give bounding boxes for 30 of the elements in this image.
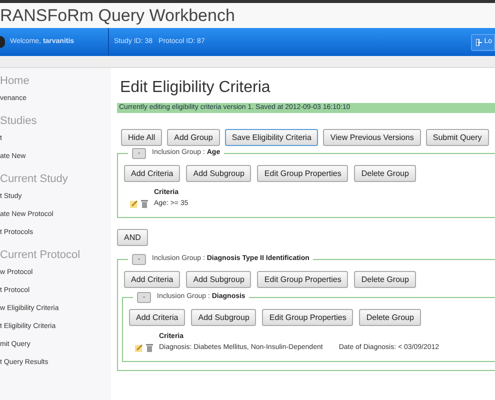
- toolbar-button[interactable]: Add Group: [167, 129, 220, 146]
- group-action-button[interactable]: Add Criteria: [124, 165, 180, 182]
- toolbar-button[interactable]: Hide All: [121, 129, 162, 146]
- group-action-button[interactable]: Edit Group Properties: [257, 165, 348, 182]
- toolbar-button[interactable]: Save Eligibility Criteria: [224, 129, 318, 146]
- avatar-icon: [0, 36, 5, 48]
- group-action-button[interactable]: Add Criteria: [129, 309, 186, 326]
- group-action-button[interactable]: Edit Group Properties: [257, 271, 348, 288]
- group-action-button[interactable]: Add Criteria: [124, 271, 180, 288]
- sidebar-heading: Current Study: [0, 172, 69, 187]
- group-action-button[interactable]: Add Subgroup: [186, 165, 252, 182]
- edit-icon[interactable]: [130, 200, 138, 208]
- sidebar-heading: Studies: [0, 114, 38, 129]
- toolbar-button[interactable]: View Previous Versions: [323, 129, 421, 146]
- sidebar-heading: Home: [0, 74, 30, 89]
- sidebar-heading: Current Protocol: [0, 248, 82, 263]
- group-action-button[interactable]: Delete Group: [354, 271, 416, 288]
- group-action-button[interactable]: Add Subgroup: [191, 309, 256, 326]
- group-action-button[interactable]: Edit Group Properties: [262, 309, 354, 326]
- edit-icon[interactable]: [135, 344, 143, 352]
- app-title: RANSFoRm Query Workbench: [0, 7, 235, 24]
- page-title: Edit Eligibility Criteria: [120, 78, 272, 98]
- group-action-button[interactable]: Add Subgroup: [186, 271, 252, 288]
- logout-icon: [476, 38, 482, 46]
- trash-icon[interactable]: [146, 343, 153, 352]
- trash-icon[interactable]: [141, 199, 148, 208]
- operator-button[interactable]: AND: [117, 229, 148, 246]
- group-action-button[interactable]: Delete Group: [354, 165, 416, 182]
- toolbar-button[interactable]: Submit Query: [426, 129, 489, 146]
- group-action-button[interactable]: Delete Group: [359, 309, 421, 326]
